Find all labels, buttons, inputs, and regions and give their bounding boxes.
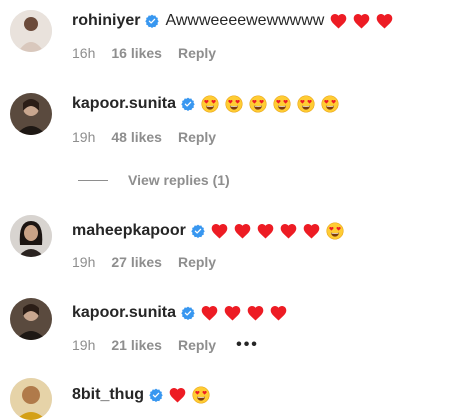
comment-emojis bbox=[169, 386, 210, 404]
reply-button[interactable]: Reply bbox=[178, 254, 216, 270]
verified-badge-icon bbox=[191, 224, 205, 238]
username[interactable]: kapoor.sunita bbox=[72, 95, 176, 113]
likes-count[interactable]: 16 likes bbox=[111, 45, 162, 61]
more-options-icon[interactable]: ••• bbox=[236, 336, 259, 354]
likes-count[interactable]: 48 likes bbox=[111, 129, 162, 145]
verified-badge-icon bbox=[149, 388, 163, 402]
comment-emojis bbox=[201, 305, 287, 321]
red-heart-icon bbox=[330, 13, 347, 29]
red-heart-icon bbox=[270, 305, 287, 321]
heart-eyes-emoji-icon bbox=[225, 95, 243, 113]
avatar[interactable] bbox=[10, 378, 52, 420]
heart-eyes-emoji-icon bbox=[192, 386, 210, 404]
red-heart-icon bbox=[247, 305, 264, 321]
avatar[interactable] bbox=[10, 298, 52, 340]
username[interactable]: kapoor.sunita bbox=[72, 304, 176, 322]
verified-badge-icon bbox=[145, 14, 159, 28]
heart-eyes-emoji-icon bbox=[321, 95, 339, 113]
username[interactable]: maheepkapoor bbox=[72, 222, 186, 240]
red-heart-icon bbox=[303, 223, 320, 239]
likes-count[interactable]: 21 likes bbox=[111, 337, 162, 353]
red-heart-icon bbox=[169, 387, 186, 403]
avatar[interactable] bbox=[10, 10, 52, 52]
comment-time[interactable]: 19h bbox=[72, 129, 95, 145]
red-heart-icon bbox=[353, 13, 370, 29]
comment-emojis bbox=[330, 13, 393, 29]
verified-badge-icon bbox=[181, 306, 195, 320]
red-heart-icon bbox=[376, 13, 393, 29]
red-heart-icon bbox=[211, 223, 228, 239]
verified-badge-icon bbox=[181, 97, 195, 111]
view-replies-label[interactable]: View replies (1) bbox=[128, 172, 230, 188]
likes-count[interactable]: 27 likes bbox=[111, 254, 162, 270]
comment-time[interactable]: 16h bbox=[72, 45, 95, 61]
heart-eyes-emoji-icon bbox=[201, 95, 219, 113]
reply-button[interactable]: Reply bbox=[178, 337, 216, 353]
username[interactable]: 8bit_thug bbox=[72, 386, 144, 404]
heart-eyes-emoji-icon bbox=[297, 95, 315, 113]
username[interactable]: rohiniyer bbox=[72, 12, 140, 30]
heart-eyes-emoji-icon bbox=[249, 95, 267, 113]
comment-time[interactable]: 19h bbox=[72, 254, 95, 270]
red-heart-icon bbox=[234, 223, 251, 239]
red-heart-icon bbox=[280, 223, 297, 239]
red-heart-icon bbox=[201, 305, 218, 321]
red-heart-icon bbox=[224, 305, 241, 321]
reply-button[interactable]: Reply bbox=[178, 129, 216, 145]
heart-eyes-emoji-icon bbox=[273, 95, 291, 113]
replies-divider bbox=[78, 179, 108, 181]
heart-eyes-emoji-icon bbox=[326, 222, 344, 240]
comment-emojis bbox=[211, 222, 344, 240]
avatar[interactable] bbox=[10, 93, 52, 135]
reply-button[interactable]: Reply bbox=[178, 45, 216, 61]
red-heart-icon bbox=[257, 223, 274, 239]
avatar[interactable] bbox=[10, 215, 52, 257]
view-replies-button[interactable]: View replies (1) bbox=[78, 172, 230, 188]
comment-emojis bbox=[201, 95, 339, 113]
comment-text: Awwweeeewewwwww bbox=[165, 12, 325, 29]
comment-time[interactable]: 19h bbox=[72, 337, 95, 353]
